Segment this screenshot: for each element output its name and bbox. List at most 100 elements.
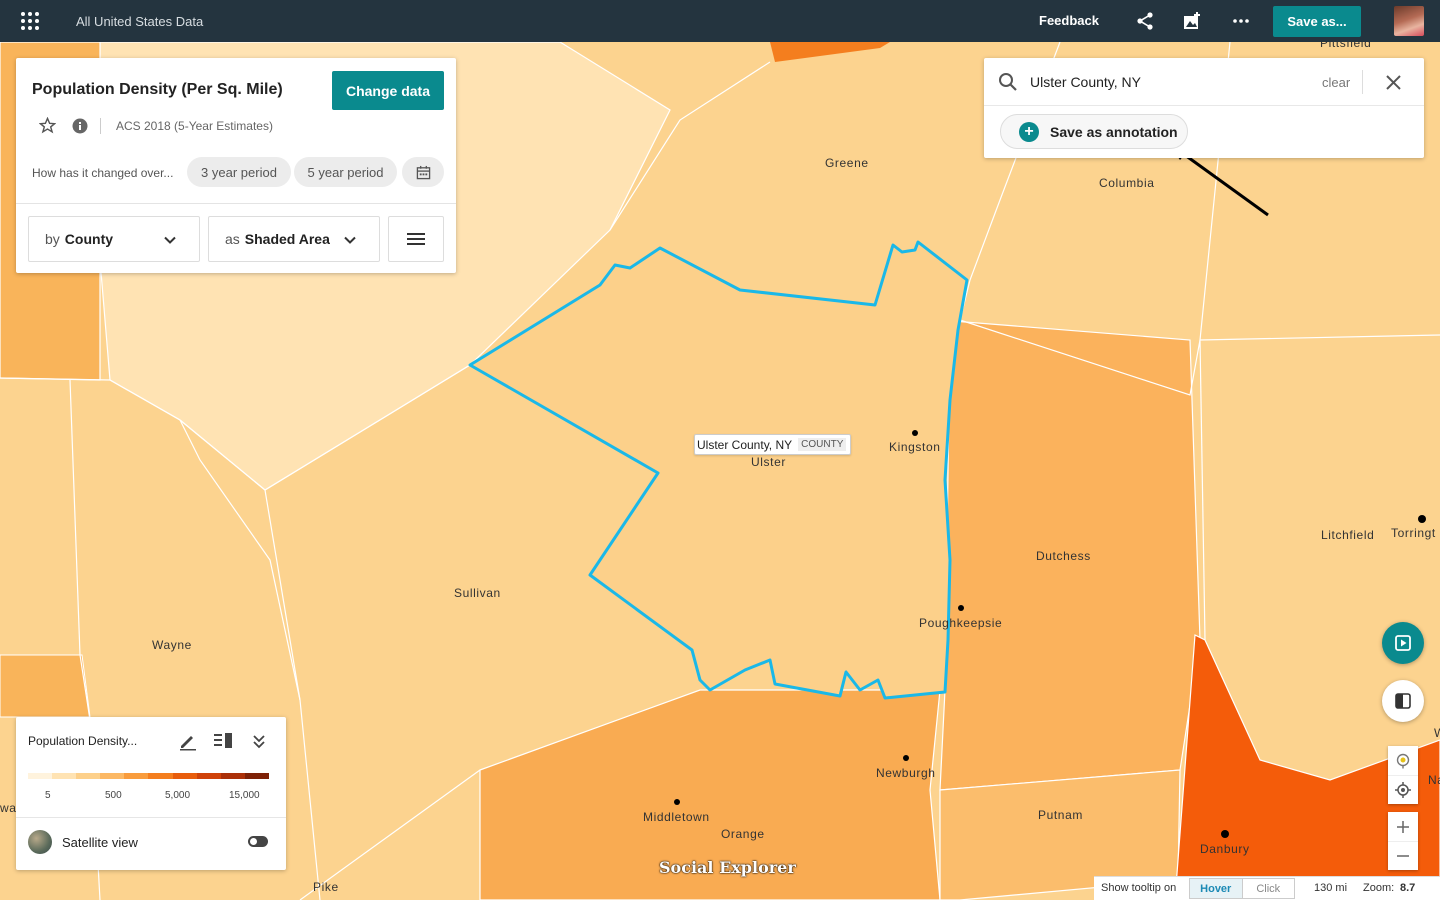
map-label-dutchess: Dutchess — [1036, 549, 1091, 563]
city-marker-kingston — [912, 430, 918, 436]
change-data-button[interactable]: Change data — [332, 71, 444, 110]
hamburger-icon — [407, 233, 425, 245]
plus-icon — [1397, 820, 1409, 833]
city-marker-middletown — [674, 799, 680, 805]
divider — [16, 203, 456, 204]
tooltip-mode-label: Show tooltip on — [1101, 882, 1177, 894]
map-label-torrington: Torringt — [1391, 526, 1436, 540]
map-label-w: W — [1434, 726, 1440, 740]
zoom-value: 8.7 — [1400, 882, 1416, 894]
data-panel: Population Density (Per Sq. Mile) Change… — [16, 58, 456, 273]
crosshair-icon — [1395, 782, 1411, 798]
zoom-out-button[interactable] — [1388, 841, 1418, 870]
data-title: Population Density (Per Sq. Mile) — [32, 81, 283, 98]
divider — [16, 817, 286, 818]
satellite-view-label: Satellite view — [62, 835, 138, 850]
dropdown-value: County — [64, 231, 114, 247]
top-bar: All United States Data Feedback Save as.… — [0, 0, 1440, 42]
city-marker-danbury — [1221, 830, 1229, 838]
legend-tick: 5 — [45, 790, 51, 801]
map-label-sullivan: Sullivan — [454, 586, 501, 600]
location-controls — [1388, 746, 1418, 804]
close-icon[interactable] — [1386, 75, 1401, 90]
legend-layout-icon[interactable] — [214, 732, 234, 750]
info-icon[interactable] — [72, 118, 88, 134]
presentation-button[interactable] — [1382, 622, 1424, 664]
satellite-view-toggle[interactable] — [248, 836, 268, 847]
share-icon[interactable] — [1135, 11, 1155, 31]
map-tooltip: Ulster County, NY COUNTY — [694, 434, 852, 455]
visualization-type-dropdown[interactable]: as Shaded Area — [208, 216, 380, 262]
legend-tick: 15,000 — [229, 790, 260, 801]
map-label-orange: Orange — [721, 827, 765, 841]
geolocate-button[interactable] — [1388, 746, 1418, 775]
minus-icon — [1397, 855, 1409, 857]
legend-color-ramp — [28, 773, 269, 779]
dropdown-value: Shaded Area — [244, 231, 330, 247]
user-avatar[interactable] — [1394, 6, 1424, 36]
save-as-button[interactable]: Save as... — [1273, 6, 1361, 37]
search-panel: clear + Save as annotation — [984, 58, 1424, 158]
legend-color-swatch — [244, 773, 269, 779]
tooltip-type-badge: COUNTY — [798, 438, 847, 451]
zoom-controls — [1388, 812, 1418, 870]
zoom-label: Zoom: — [1363, 882, 1395, 894]
map-label-putnam: Putnam — [1038, 808, 1083, 822]
map-label-poughkeepsie: Poughkeepsie — [919, 616, 1003, 630]
map-label-wa: wa — [0, 801, 17, 815]
map-label-danbury: Danbury — [1200, 842, 1250, 856]
calendar-button[interactable] — [402, 157, 444, 187]
swipe-compare-button[interactable] — [1382, 680, 1424, 722]
city-marker-torrington — [1418, 515, 1426, 523]
collapse-chevrons-icon[interactable] — [252, 733, 266, 749]
legend-tick: 5,000 — [165, 790, 191, 801]
map-label-ulster: Ulster — [751, 455, 786, 469]
clear-search-button[interactable]: clear — [1322, 75, 1350, 90]
map-label-na: Na — [1428, 773, 1440, 787]
my-location-button[interactable] — [1388, 775, 1418, 804]
layer-menu-button[interactable] — [388, 216, 444, 262]
legend-color-swatch — [52, 773, 77, 779]
save-as-annotation-button[interactable]: + Save as annotation — [1000, 114, 1188, 149]
tooltip-click-option[interactable]: Click — [1241, 879, 1295, 898]
plus-icon: + — [1019, 121, 1039, 142]
tooltip-name: Ulster County, NY — [697, 437, 793, 452]
feedback-link[interactable]: Feedback — [1039, 13, 1099, 28]
legend-panel: Population Density... 5 500 5,000 15,000… — [16, 717, 286, 870]
status-bar: Show tooltip on Hover Click 130 mi Zoom:… — [1094, 876, 1440, 900]
divider — [984, 105, 1424, 106]
legend-color-swatch — [196, 773, 221, 779]
zoom-in-button[interactable] — [1388, 812, 1418, 841]
dropdown-prefix: by — [45, 231, 60, 247]
social-explorer-logo: Social Explorer — [659, 858, 796, 877]
legend-color-swatch — [148, 773, 173, 779]
legend-color-swatch — [220, 773, 245, 779]
map-label-columbia: Columbia — [1099, 176, 1155, 190]
geography-level-dropdown[interactable]: by County — [28, 216, 200, 262]
edit-pencil-icon[interactable] — [178, 731, 198, 751]
search-input[interactable] — [1030, 71, 1290, 93]
divider — [1362, 70, 1363, 94]
map-label-newburgh: Newburgh — [876, 766, 936, 780]
search-icon — [999, 73, 1017, 91]
satellite-thumbnail — [28, 830, 52, 854]
more-options-icon[interactable] — [1231, 11, 1251, 31]
export-image-icon[interactable] — [1182, 11, 1202, 31]
star-icon[interactable] — [39, 117, 56, 134]
period-5-year-button[interactable]: 5 year period — [294, 157, 397, 187]
divider — [100, 118, 101, 134]
calendar-icon — [416, 165, 430, 179]
play-slide-icon — [1395, 635, 1411, 651]
period-3-year-button[interactable]: 3 year period — [187, 157, 291, 187]
app-title: All United States Data — [76, 13, 204, 29]
legend-tick: 500 — [105, 790, 122, 801]
tooltip-hover-option[interactable]: Hover — [1190, 879, 1242, 898]
apps-grid-icon[interactable] — [21, 12, 39, 30]
chevron-down-icon — [164, 236, 176, 244]
chevron-down-icon — [344, 236, 356, 244]
map-label-kingston: Kingston — [889, 440, 941, 454]
legend-color-swatch — [124, 773, 149, 779]
legend-title: Population Density... — [28, 734, 138, 748]
city-marker-poughkeepsie — [958, 605, 964, 611]
dropdown-prefix: as — [225, 231, 240, 247]
